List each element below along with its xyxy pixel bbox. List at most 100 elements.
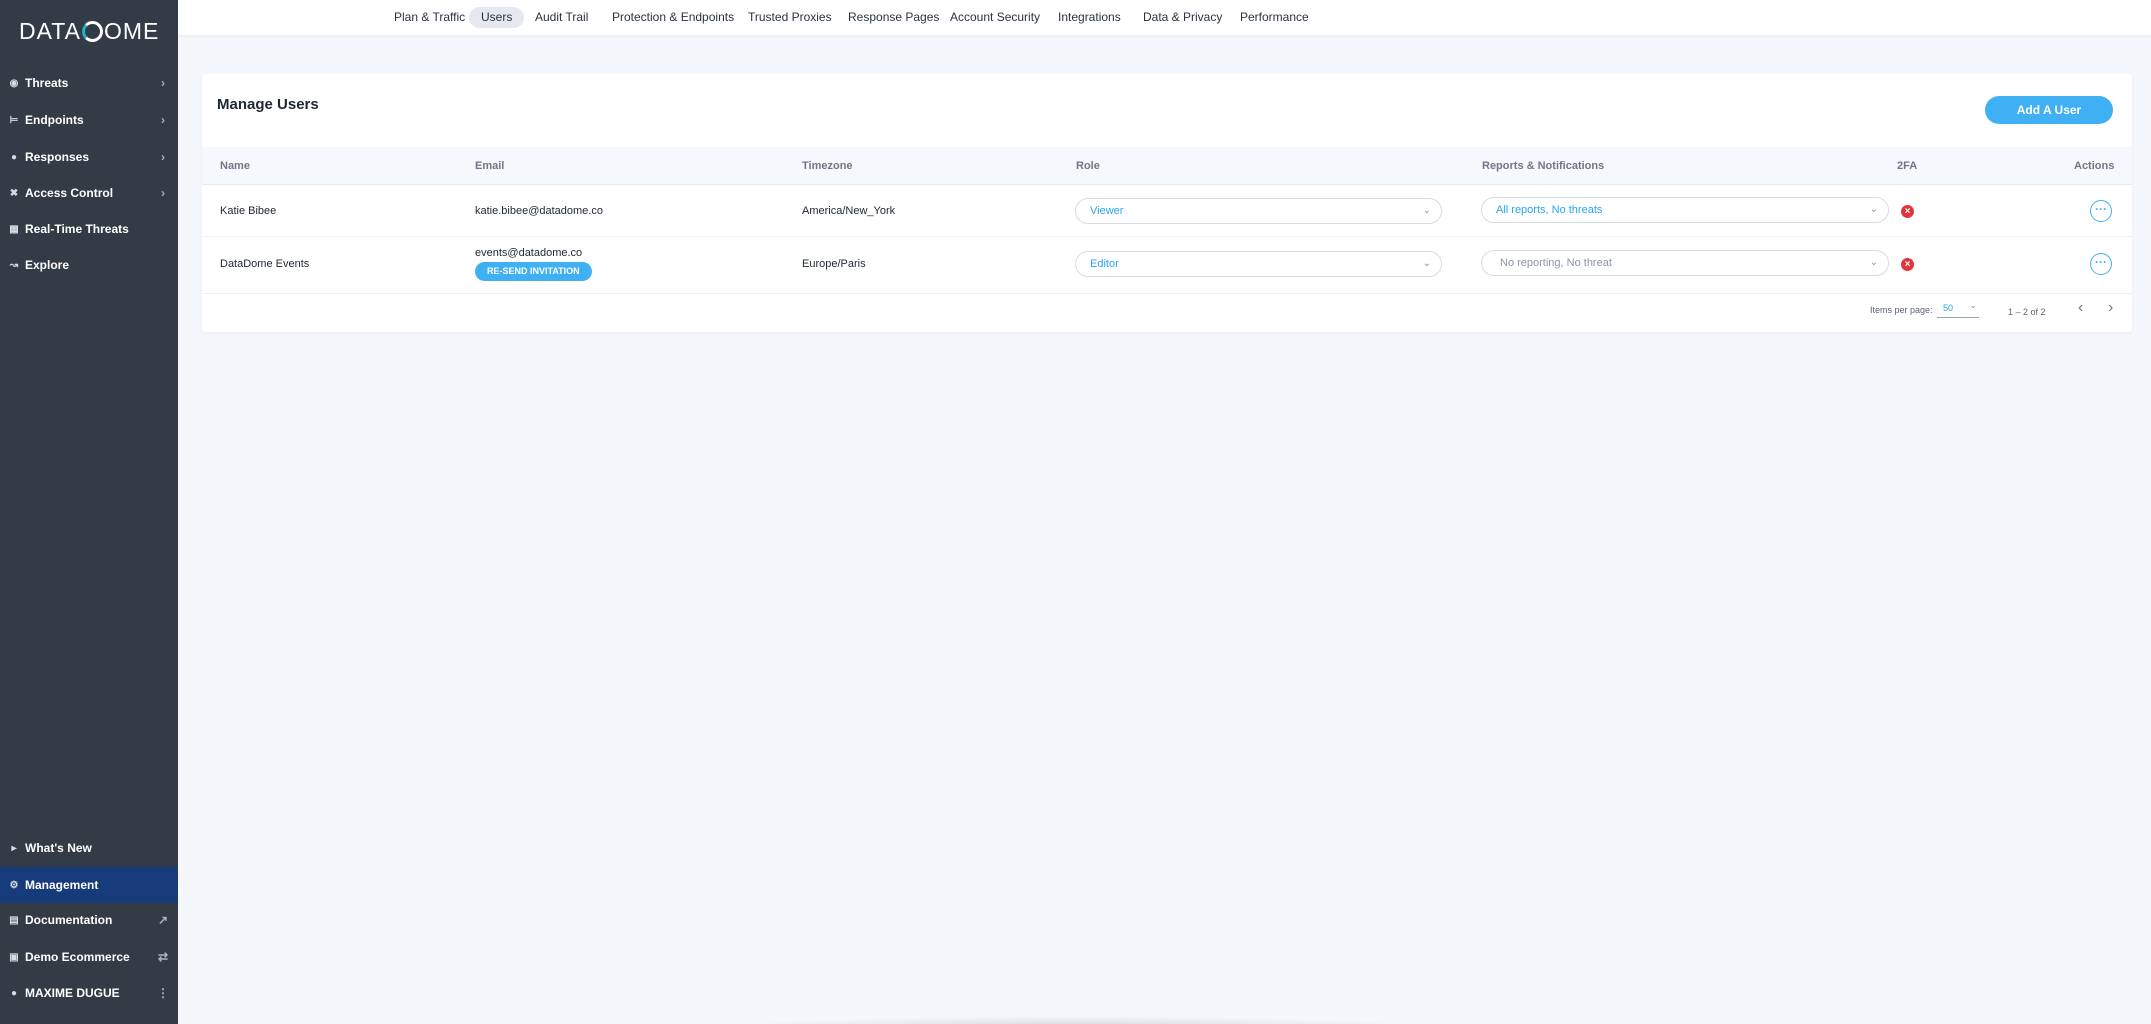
- chevron-right-icon: ›: [161, 76, 165, 90]
- threats-icon: ◉: [9, 77, 19, 89]
- reports-select[interactable]: No reporting, No threat ⌄: [1481, 250, 1889, 276]
- sidebar-item-user-account[interactable]: ● MAXIME DUGUE ⋮: [0, 976, 178, 1010]
- previous-page-icon[interactable]: ‹: [2078, 299, 2083, 317]
- sidebar-item-threats[interactable]: ◉ Threats ›: [0, 66, 178, 100]
- role-select-value: Viewer: [1090, 205, 1124, 217]
- reports-select-value: All reports, No threats: [1496, 204, 1603, 216]
- tab-protection-endpoints[interactable]: Protection & Endpoints: [600, 7, 746, 28]
- realtime-icon: ▦: [9, 223, 19, 235]
- management-tab-bar: Plan & Traffic Users Audit Trail Protect…: [178, 0, 2151, 35]
- sidebar-item-whats-new[interactable]: ▸ What's New: [0, 831, 178, 865]
- row-actions-button[interactable]: ···: [2090, 253, 2112, 275]
- external-link-icon: ↗: [157, 913, 169, 927]
- bottom-drawer-shadow: [735, 1016, 1415, 1024]
- user-email: katie.bibee@datadome.co: [475, 205, 603, 217]
- sidebar-item-management[interactable]: ⚙ Management: [0, 867, 178, 903]
- role-select[interactable]: Viewer ⌄: [1075, 198, 1442, 224]
- column-header-2fa: 2FA: [1897, 160, 1918, 172]
- sidebar-item-label: Responses: [25, 150, 90, 164]
- chevron-down-icon: ⌄: [1869, 204, 1878, 215]
- document-icon: ▤: [9, 914, 19, 926]
- tab-response-pages[interactable]: Response Pages: [836, 7, 951, 28]
- tab-audit-trail[interactable]: Audit Trail: [523, 7, 600, 28]
- tab-performance[interactable]: Performance: [1228, 7, 1321, 28]
- table-row: DataDome Events events@datadome.co RE-SE…: [202, 237, 2132, 294]
- tab-integrations[interactable]: Integrations: [1046, 7, 1133, 28]
- tab-account-security[interactable]: Account Security: [938, 7, 1052, 28]
- sidebar-item-label: Demo Ecommerce: [25, 950, 130, 964]
- gear-icon: ⚙: [9, 879, 19, 891]
- column-header-name: Name: [220, 160, 250, 172]
- chevron-right-icon: ›: [161, 186, 165, 200]
- pagination-range: 1 – 2 of 2: [2008, 307, 2046, 317]
- responses-icon: ●: [10, 151, 18, 163]
- items-per-page-value: 50: [1943, 303, 1954, 313]
- table-row: Katie Bibee katie.bibee@datadome.co Amer…: [202, 185, 2132, 237]
- endpoints-icon: ⊨: [9, 114, 19, 126]
- user-name: DataDome Events: [220, 258, 310, 270]
- tab-plan-traffic[interactable]: Plan & Traffic: [382, 7, 477, 28]
- add-user-button[interactable]: Add A User: [1985, 96, 2113, 124]
- sidebar-item-explore[interactable]: ↝ Explore: [0, 248, 178, 282]
- manage-users-card: Manage Users Add A User Name Email Timez…: [202, 74, 2132, 332]
- user-name: Katie Bibee: [220, 205, 277, 217]
- page-title: Manage Users: [217, 96, 319, 113]
- column-header-role: Role: [1076, 160, 1100, 172]
- user-icon: ●: [10, 987, 18, 999]
- sidebar-item-label: MAXIME DUGUE: [25, 986, 120, 1000]
- sidebar-item-real-time-threats[interactable]: ▦ Real-Time Threats: [0, 212, 178, 246]
- tab-trusted-proxies[interactable]: Trusted Proxies: [736, 7, 844, 28]
- access-control-icon: ✖: [9, 187, 19, 199]
- logo-text-left: DATA: [19, 17, 81, 44]
- logo-text-right: OME: [103, 17, 160, 44]
- role-select[interactable]: Editor ⌄: [1075, 251, 1442, 277]
- chevron-down-icon: ⌄: [1422, 205, 1431, 216]
- sidebar-item-label: Real-Time Threats: [25, 222, 129, 236]
- row-actions-button[interactable]: ···: [2090, 200, 2112, 222]
- sidebar-item-label: Documentation: [25, 913, 113, 927]
- sidebar: DATA OME ◉ Threats › ⊨ Endpoints › ● Resp…: [0, 0, 178, 1024]
- sidebar-item-label: What's New: [25, 841, 92, 855]
- reports-select-value: No reporting, No threat: [1500, 257, 1612, 269]
- sidebar-item-documentation[interactable]: ▤ Documentation ↗: [0, 903, 178, 937]
- items-per-page-select[interactable]: 50 ⌄: [1937, 300, 1979, 318]
- sidebar-item-label: Management: [25, 878, 99, 892]
- chevron-down-icon: ⌄: [1869, 257, 1878, 268]
- column-header-email: Email: [475, 160, 505, 172]
- items-per-page-label: Items per page:: [1870, 305, 1933, 315]
- resend-invitation-button[interactable]: RE-SEND INVITATION: [475, 262, 592, 281]
- building-icon: ▣: [9, 951, 19, 963]
- sidebar-item-responses[interactable]: ● Responses ›: [0, 140, 178, 174]
- chevron-down-icon: ⌄: [1422, 258, 1431, 269]
- tab-users[interactable]: Users: [469, 7, 525, 28]
- column-header-actions: Actions: [2074, 160, 2115, 172]
- next-page-icon[interactable]: ›: [2108, 299, 2113, 317]
- sidebar-item-label: Explore: [25, 258, 70, 272]
- users-table-header: Name Email Timezone Role Reports & Notif…: [202, 147, 2132, 185]
- switch-icon: ⇄: [157, 950, 169, 964]
- sidebar-item-access-control[interactable]: ✖ Access Control ›: [0, 176, 178, 210]
- column-header-timezone: Timezone: [802, 160, 853, 172]
- sidebar-item-endpoints[interactable]: ⊨ Endpoints ›: [0, 103, 178, 137]
- kebab-icon: ⋮: [157, 986, 169, 1000]
- datadome-logo[interactable]: DATA OME: [19, 16, 159, 46]
- 2fa-disabled-icon: ×: [1901, 205, 1914, 218]
- user-email: events@datadome.co: [475, 247, 583, 259]
- chevron-right-icon: ›: [161, 113, 165, 127]
- reports-select[interactable]: All reports, No threats ⌄: [1481, 197, 1889, 223]
- explore-icon: ↝: [9, 259, 19, 271]
- logo-d-mark-icon: [81, 20, 103, 42]
- user-timezone: America/New_York: [802, 205, 896, 217]
- megaphone-icon: ▸: [11, 842, 17, 854]
- sidebar-item-demo-ecommerce[interactable]: ▣ Demo Ecommerce ⇄: [0, 940, 178, 974]
- tab-data-privacy[interactable]: Data & Privacy: [1131, 7, 1234, 28]
- role-select-value: Editor: [1090, 258, 1119, 270]
- user-timezone: Europe/Paris: [802, 258, 866, 270]
- 2fa-disabled-icon: ×: [1901, 258, 1914, 271]
- sidebar-item-label: Threats: [25, 76, 69, 90]
- sidebar-item-label: Endpoints: [25, 113, 84, 127]
- chevron-down-icon: ⌄: [1969, 300, 1977, 310]
- column-header-reports: Reports & Notifications: [1482, 160, 1605, 172]
- sidebar-item-label: Access Control: [25, 186, 114, 200]
- chevron-right-icon: ›: [161, 150, 165, 164]
